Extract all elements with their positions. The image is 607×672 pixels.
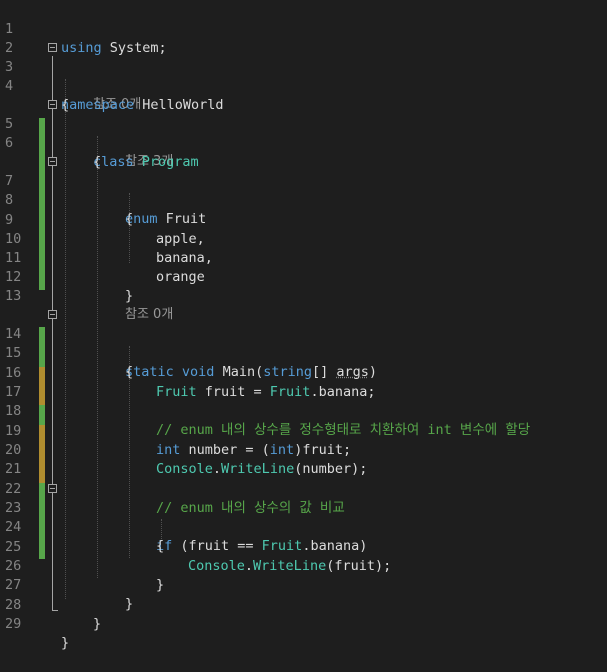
code-line[interactable]: 6 { [0, 115, 607, 170]
collapse-enum-icon[interactable] [48, 157, 57, 166]
code-line[interactable]: 7 enum Fruit [0, 153, 607, 227]
code-line[interactable]: 15 { [0, 325, 607, 380]
code-text[interactable]: } [93, 615, 101, 634]
code-line[interactable]: 9 apple, [0, 192, 607, 247]
code-line[interactable]: 13 [0, 268, 607, 304]
code-line[interactable]: 22 // enum 내의 상수의 값 비교 [0, 461, 607, 516]
code-line[interactable]: 29 } [0, 596, 607, 651]
code-line[interactable]: 23 if (fruit == Fruit.banana) [0, 480, 607, 554]
code-line[interactable]: 1 using System; [0, 1, 607, 56]
code-line[interactable]: 28 } [0, 577, 607, 632]
code-line[interactable]: 25 Console.WriteLine(fruit); [0, 519, 607, 574]
code-line[interactable]: 14 static void Main(string[] args) [0, 306, 607, 380]
collapse-class-icon[interactable] [48, 100, 57, 109]
code-text[interactable]: } [61, 634, 69, 653]
code-line[interactable]: 27 } [0, 557, 607, 612]
code-line[interactable]: 18 // enum 내의 상수를 정수형태로 치환하여 int 변수에 할당 [0, 383, 607, 438]
line-number: 6 [5, 135, 14, 151]
code-line[interactable]: 26 } [0, 538, 607, 593]
line-number: 4 [5, 78, 14, 94]
code-lens-main[interactable]: 참조 0개 [0, 286, 607, 322]
code-editor[interactable]: 참조 0개 참조 3개 참조 0개 1 using System; 2 3 na… [0, 0, 607, 651]
code-line[interactable]: 11 orange [0, 230, 607, 285]
code-line[interactable]: 3 namespace HelloWorld [0, 39, 607, 113]
code-line[interactable]: 20 Console.WriteLine(number); [0, 422, 607, 477]
collapse-namespace-icon[interactable] [48, 43, 57, 52]
code-line[interactable]: 24 { [0, 499, 607, 554]
code-line[interactable]: 21 [0, 441, 607, 477]
code-line[interactable]: 2 [0, 20, 607, 56]
line-number: 13 [5, 288, 22, 304]
line-number: 29 [5, 616, 22, 632]
code-text[interactable]: } [125, 287, 133, 306]
code-line[interactable]: 4 { [0, 58, 607, 113]
code-line[interactable]: 17 [0, 364, 607, 400]
code-line[interactable]: 19 int number = (int)fruit; [0, 403, 607, 458]
collapse-if-icon[interactable] [48, 484, 57, 493]
code-lens-fruit[interactable]: 참조 3개 [0, 133, 607, 169]
code-line[interactable]: 16 Fruit fruit = Fruit.banana; [0, 345, 607, 400]
code-line[interactable]: 10 banana, [0, 211, 607, 266]
code-line[interactable]: 8 { [0, 172, 607, 227]
collapse-main-icon[interactable] [48, 310, 57, 319]
code-lens-program[interactable]: 참조 0개 [0, 76, 607, 112]
code-line[interactable]: 12 } [0, 249, 607, 304]
code-line[interactable]: 5 class Program [0, 96, 607, 170]
